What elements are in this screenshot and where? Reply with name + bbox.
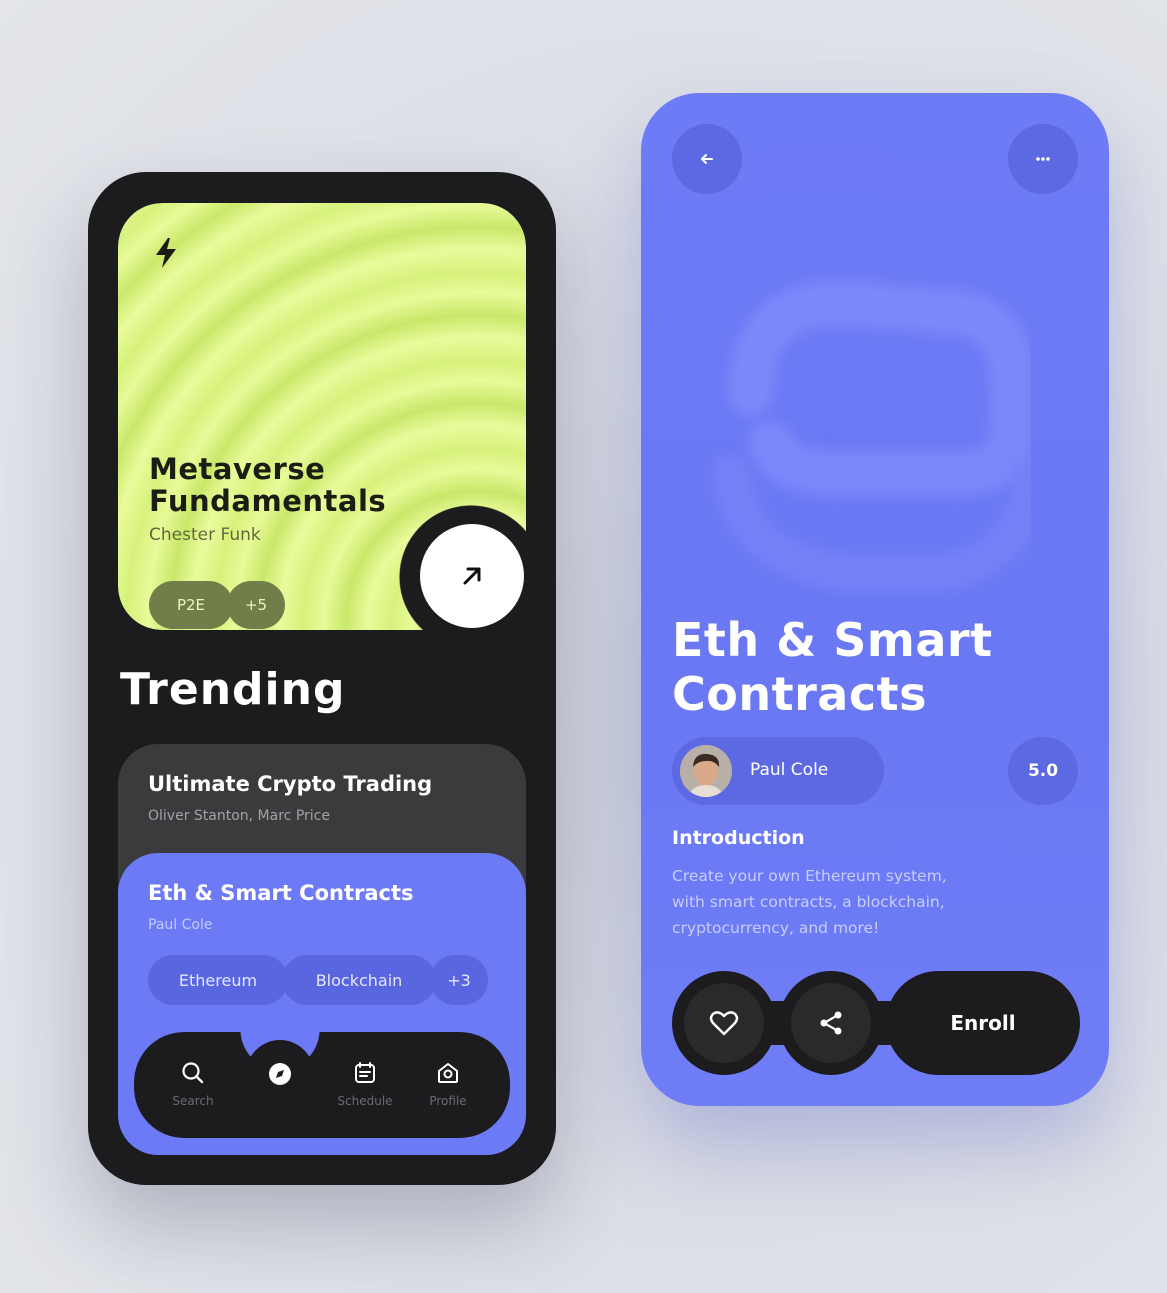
- like-button[interactable]: [672, 971, 776, 1075]
- more-tags-chip[interactable]: +3: [430, 955, 488, 1005]
- tag-chip[interactable]: Ethereum: [148, 955, 288, 1005]
- profile-icon: [438, 1063, 458, 1083]
- nav-item-schedule[interactable]: Schedule: [330, 1060, 400, 1108]
- arrow-left-icon: [701, 154, 713, 164]
- course-detail-title: Eth & Smart Contracts: [672, 613, 993, 721]
- intro-heading: Introduction: [672, 827, 805, 849]
- intro-description: Create your own Ethereum system, with sm…: [672, 867, 947, 937]
- action-bar: Enroll: [672, 971, 1080, 1075]
- open-course-button[interactable]: [420, 524, 524, 628]
- left-phone-screen: Metaverse Fundamentals Chester Funk P2E …: [88, 172, 556, 1185]
- compass-icon: [269, 1063, 291, 1085]
- 3d-shape-illustration: [713, 280, 1031, 591]
- arrow-up-right-icon: [463, 567, 481, 585]
- nav-label: Profile: [429, 1094, 467, 1108]
- lightning-bolt-icon: [156, 238, 176, 268]
- course-authors: Oliver Stanton, Marc Price: [148, 808, 330, 824]
- more-options-button[interactable]: [1008, 124, 1078, 194]
- right-phone-screen: Eth & Smart Contracts Paul Cole 5.0 Intr…: [641, 93, 1109, 1106]
- nav-item-profile[interactable]: Profile: [413, 1060, 483, 1108]
- enroll-button[interactable]: Enroll: [886, 971, 1080, 1075]
- section-title: Trending: [120, 664, 346, 715]
- author-name: Paul Cole: [750, 760, 829, 780]
- share-icon: [820, 1011, 842, 1035]
- avatar: [680, 745, 732, 797]
- more-tags-chip[interactable]: +5: [227, 581, 285, 629]
- course-authors: Paul Cole: [148, 917, 213, 933]
- nav-label: Schedule: [337, 1094, 393, 1108]
- nav-label: Search: [172, 1094, 214, 1108]
- calendar-icon: [355, 1062, 375, 1083]
- more-dots-icon: [1036, 157, 1050, 161]
- featured-tags: P2E +5: [149, 581, 285, 629]
- heart-icon: [709, 1011, 739, 1036]
- search-icon: [182, 1062, 204, 1084]
- course-title: Eth & Smart Contracts: [148, 881, 414, 905]
- rating-badge: 5.0: [1008, 737, 1078, 805]
- featured-course-title: Metaverse Fundamentals: [149, 452, 387, 518]
- author-chip[interactable]: Paul Cole: [672, 737, 884, 805]
- nav-item-search[interactable]: Search: [158, 1060, 228, 1108]
- back-button[interactable]: [672, 124, 742, 194]
- nav-item-explore[interactable]: [246, 1040, 314, 1108]
- share-button[interactable]: [779, 971, 883, 1075]
- course-tags: Ethereum Blockchain +3: [148, 955, 488, 1005]
- course-title: Ultimate Crypto Trading: [148, 772, 433, 796]
- featured-course-author: Chester Funk: [149, 525, 261, 545]
- tag-chip[interactable]: Blockchain: [282, 955, 436, 1005]
- tag-chip[interactable]: P2E: [149, 581, 233, 629]
